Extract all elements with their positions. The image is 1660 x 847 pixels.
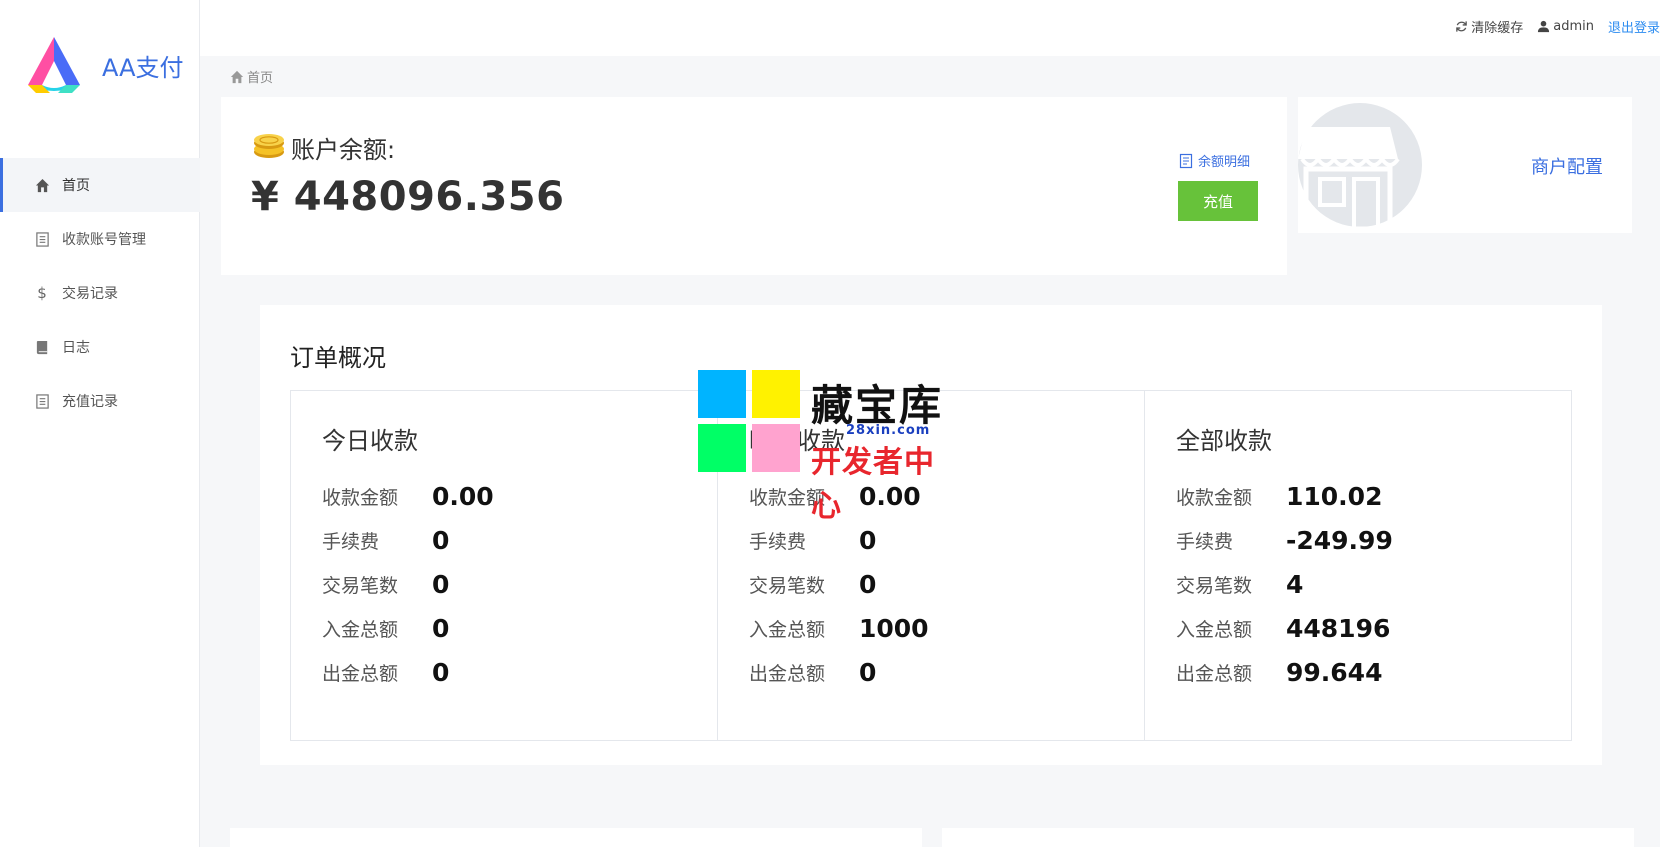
sidebar-item-label: 首页 xyxy=(62,178,90,194)
sidebar-item-logs[interactable]: 日志 xyxy=(0,320,200,374)
list-icon xyxy=(34,231,50,247)
stat-row: 交易笔数 4 xyxy=(1176,562,1571,606)
stat-label: 入金总额 xyxy=(322,618,399,641)
home-icon xyxy=(230,70,244,83)
topbar: 清除缓存 admin 退出登录 xyxy=(200,0,1660,56)
logout-label: 退出登录 xyxy=(1607,21,1660,36)
top-actions: 清除缓存 admin 退出登录 xyxy=(1441,17,1660,36)
clear-cache-label: 清除缓存 xyxy=(1471,21,1524,36)
stat-value: -249.99 xyxy=(1286,525,1393,555)
stat-row: 入金总额 0 xyxy=(322,606,717,650)
order-overview-title: 订单概况 xyxy=(290,344,386,372)
app-logo[interactable]: AA支付 xyxy=(20,33,184,97)
watermark-square xyxy=(698,370,746,418)
stat-column-total: 全部收款 收款金额 110.02 手续费 -249.99 交易笔数 4 入金总额 448… xyxy=(1145,391,1571,740)
stat-row: 出金总额 0 xyxy=(322,650,717,694)
sidebar-item-recharge-records[interactable]: 充值记录 xyxy=(0,374,200,428)
stat-column-title: 今日收款 xyxy=(322,427,418,455)
watermark-url: 28xin.com xyxy=(846,423,931,438)
stat-row: 出金总额 0 xyxy=(749,650,1144,694)
sidebar: AA支付 首页 收款账号管理 $ 交易记录 日志 充值记录 xyxy=(0,0,200,847)
stat-value: 448196 xyxy=(1286,613,1391,643)
stat-row: 出金总额 99.644 xyxy=(1176,650,1571,694)
breadcrumb: 首页 xyxy=(230,67,273,86)
stat-value: 99.644 xyxy=(1286,657,1383,687)
watermark-square xyxy=(752,370,800,418)
stat-row: 收款金额 0.00 xyxy=(322,474,717,518)
watermark: 藏宝库 28xin.com 开发者中心 xyxy=(698,370,963,524)
document-icon xyxy=(1179,153,1193,168)
app-name: AA支付 xyxy=(102,53,184,82)
logo-icon xyxy=(28,37,80,93)
stat-column-today: 今日收款 收款金额 0.00 手续费 0 交易笔数 0 入金总额 0 出金总额 0 xyxy=(291,391,718,740)
stat-value: 0 xyxy=(859,525,877,555)
balance-card: 账户余额: ¥ 448096.356 余额明细 充值 xyxy=(221,97,1287,275)
refresh-icon xyxy=(1456,21,1468,32)
stat-label: 手续费 xyxy=(1176,530,1234,553)
balance-label: 账户余额: xyxy=(291,136,396,164)
balance-detail-link[interactable]: 余额明细 xyxy=(1178,151,1250,170)
bottom-card-right xyxy=(942,828,1634,847)
stat-label: 出金总额 xyxy=(322,662,399,685)
stat-column-title: 全部收款 xyxy=(1176,427,1272,455)
clear-cache-button[interactable]: 清除缓存 xyxy=(1455,17,1523,36)
stat-label: 入金总额 xyxy=(749,618,826,641)
book-icon xyxy=(34,339,50,355)
recharge-button[interactable]: 充值 xyxy=(1178,181,1258,221)
stat-value: 0.00 xyxy=(432,481,494,511)
stat-value: 0 xyxy=(432,613,450,643)
stat-label: 出金总额 xyxy=(1176,662,1253,685)
stat-label: 收款金额 xyxy=(322,486,399,509)
stat-value: 1000 xyxy=(859,613,929,643)
sidebar-item-label: 收款账号管理 xyxy=(62,232,146,248)
breadcrumb-home[interactable]: 首页 xyxy=(247,67,273,86)
sidebar-item-label: 交易记录 xyxy=(62,286,118,302)
balance-detail-label: 余额明细 xyxy=(1198,155,1251,170)
stat-value: 0 xyxy=(432,525,450,555)
home-icon xyxy=(34,177,50,193)
list-icon xyxy=(34,393,50,409)
stat-value: 0 xyxy=(859,657,877,687)
stat-value: 0 xyxy=(432,569,450,599)
stat-label: 出金总额 xyxy=(749,662,826,685)
sidebar-item-home[interactable]: 首页 xyxy=(0,158,200,212)
watermark-subtitle: 开发者中心 xyxy=(811,445,935,524)
stat-label: 入金总额 xyxy=(1176,618,1253,641)
merchant-config-link[interactable]: 商户配置 xyxy=(1531,153,1603,179)
watermark-square xyxy=(698,424,746,472)
user-icon xyxy=(1538,20,1550,33)
coins-icon xyxy=(254,134,284,158)
sidebar-item-accounts[interactable]: 收款账号管理 xyxy=(0,212,200,266)
stat-value: 0 xyxy=(432,657,450,687)
stat-row: 入金总额 448196 xyxy=(1176,606,1571,650)
stat-label: 手续费 xyxy=(749,530,807,553)
sidebar-item-transactions[interactable]: $ 交易记录 xyxy=(0,266,200,320)
merchant-card: 商户配置 xyxy=(1298,97,1632,233)
stat-row: 交易笔数 0 xyxy=(322,562,717,606)
stat-row: 入金总额 1000 xyxy=(749,606,1144,650)
sidebar-item-label: 日志 xyxy=(62,340,90,356)
stat-row: 收款金额 110.02 xyxy=(1176,474,1571,518)
stat-label: 交易笔数 xyxy=(1176,574,1253,597)
stat-label: 手续费 xyxy=(322,530,380,553)
logout-link[interactable]: 退出登录 xyxy=(1608,17,1660,36)
user-menu[interactable]: admin xyxy=(1537,19,1594,34)
stat-value: 110.02 xyxy=(1286,481,1383,511)
stat-label: 收款金额 xyxy=(1176,486,1253,509)
dollar-icon: $ xyxy=(37,284,47,302)
stat-row: 手续费 0 xyxy=(322,518,717,562)
username: admin xyxy=(1553,19,1594,34)
stat-value: 4 xyxy=(1286,569,1304,599)
watermark-square xyxy=(752,424,800,472)
shop-icon xyxy=(1298,103,1422,232)
stat-label: 交易笔数 xyxy=(749,574,826,597)
balance-value: ¥ 448096.356 xyxy=(251,174,565,220)
stat-row: 手续费 -249.99 xyxy=(1176,518,1571,562)
stat-label: 交易笔数 xyxy=(322,574,399,597)
stat-row: 交易笔数 0 xyxy=(749,562,1144,606)
sidebar-nav: 首页 收款账号管理 $ 交易记录 日志 充值记录 xyxy=(0,158,200,428)
stat-value: 0 xyxy=(859,569,877,599)
bottom-card-left xyxy=(230,828,922,847)
sidebar-item-label: 充值记录 xyxy=(62,394,118,410)
